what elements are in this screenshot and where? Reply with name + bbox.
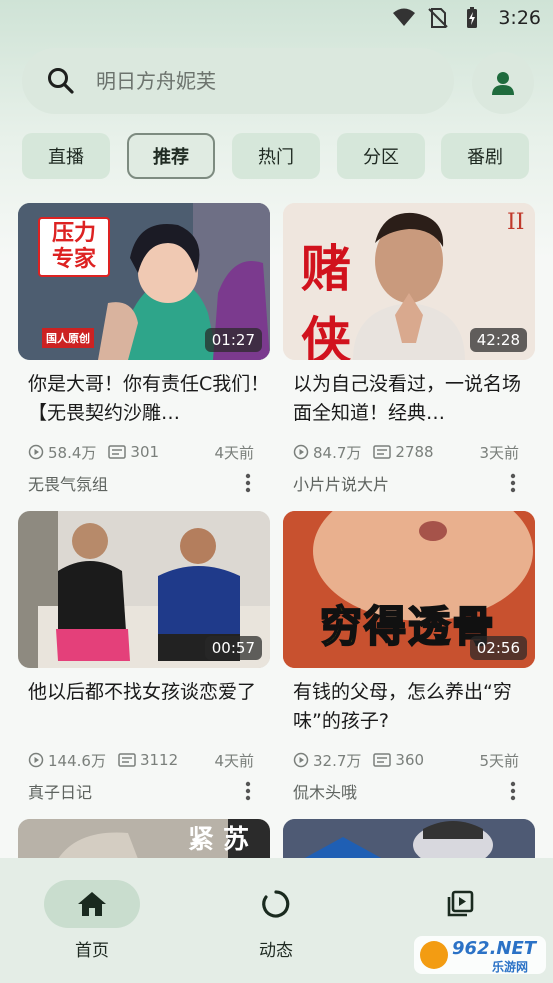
comment-count: 301 bbox=[108, 443, 159, 461]
video-stats: 84.7万 2788 3天前 bbox=[283, 440, 535, 464]
profile-button[interactable] bbox=[472, 52, 534, 114]
danmaku-icon bbox=[108, 445, 127, 459]
status-time: 3:26 bbox=[498, 7, 541, 29]
video-card[interactable]: 穷得透骨 02:56 有钱的父母，怎么养出“穷味”的孩子? 32.7万 360 … bbox=[283, 511, 535, 804]
search-icon bbox=[48, 68, 74, 94]
more-vertical-icon[interactable] bbox=[509, 780, 517, 802]
search-bar[interactable] bbox=[22, 48, 454, 114]
tab-categories[interactable]: 分区 bbox=[337, 133, 425, 179]
nav-home-pill[interactable] bbox=[44, 880, 140, 928]
site-watermark: 962.NET 乐游网 bbox=[412, 932, 548, 978]
watermark-subtext: 乐游网 bbox=[492, 960, 529, 974]
view-count-text: 58.4万 bbox=[48, 443, 97, 462]
thumbnail-caption: 紧 苏 bbox=[188, 825, 250, 855]
author-name[interactable]: 小片片说大片 bbox=[293, 471, 389, 495]
author-row: 侃木头哦 bbox=[283, 778, 535, 804]
video-thumbnail-partial[interactable] bbox=[283, 819, 535, 859]
comment-count-text: 3112 bbox=[139, 751, 179, 769]
view-count: 84.7万 bbox=[293, 442, 361, 463]
nav-library-pill[interactable] bbox=[412, 880, 508, 928]
play-circle-icon bbox=[293, 444, 309, 460]
video-thumbnail[interactable]: 压力专家 国人原创 01:27 bbox=[18, 203, 270, 360]
anime-art bbox=[283, 819, 535, 859]
status-icons: 3:26 bbox=[392, 6, 541, 30]
nav-activity[interactable]: 动态 bbox=[226, 880, 326, 970]
publish-date: 3天前 bbox=[479, 444, 519, 462]
play-circle-icon bbox=[28, 444, 44, 460]
more-vertical-icon[interactable] bbox=[244, 472, 252, 494]
author-name[interactable]: 真子日记 bbox=[28, 779, 92, 803]
video-duration: 42:28 bbox=[469, 328, 527, 352]
home-icon bbox=[78, 892, 106, 916]
danmaku-icon bbox=[373, 445, 392, 459]
more-vertical-icon[interactable] bbox=[244, 780, 252, 802]
author-name[interactable]: 侃木头哦 bbox=[293, 779, 357, 803]
video-duration: 00:57 bbox=[204, 636, 262, 660]
author-name[interactable]: 无畏气氛组 bbox=[28, 471, 108, 495]
nav-activity-label: 动态 bbox=[259, 941, 293, 961]
video-stats: 32.7万 360 5天前 bbox=[283, 748, 535, 772]
video-stats: 58.4万 301 4天前 bbox=[18, 440, 270, 464]
view-count-text: 32.7万 bbox=[313, 751, 362, 770]
video-thumbnail-partial[interactable]: 紧 苏 bbox=[18, 819, 270, 859]
tab-live[interactable]: 直播 bbox=[22, 133, 110, 179]
video-title[interactable]: 以为自己没看过，一说名场面全知道！经典… bbox=[283, 370, 535, 428]
nav-home-label: 首页 bbox=[75, 941, 109, 961]
comment-count-text: 301 bbox=[130, 443, 160, 461]
watermark-text: 962.NET bbox=[452, 938, 537, 959]
nav-activity-pill[interactable] bbox=[228, 880, 324, 928]
user-icon bbox=[492, 72, 514, 95]
wifi-icon bbox=[393, 8, 416, 26]
no-sim-icon bbox=[428, 8, 449, 28]
video-card[interactable]: 压力专家 国人原创 01:27 你是大哥！你有责任C我们！【无畏契约沙雕… 58… bbox=[18, 203, 270, 496]
category-tabs: 直播 推荐 热门 分区 番剧 bbox=[0, 133, 553, 181]
author-row: 小片片说大片 bbox=[283, 470, 535, 496]
video-title[interactable]: 你是大哥！你有责任C我们！【无畏契约沙雕… bbox=[18, 370, 270, 428]
tab-anime[interactable]: 番剧 bbox=[441, 133, 529, 179]
publish-date: 4天前 bbox=[214, 752, 254, 770]
video-card[interactable]: 00:57 他以后都不找女孩谈恋爱了 144.6万 3112 4天前 真子日记 bbox=[18, 511, 270, 804]
video-thumbnail[interactable]: II 赌侠 42:28 bbox=[283, 203, 535, 360]
thumbnail-subcaption: 国人原创 bbox=[42, 328, 94, 348]
view-count-text: 144.6万 bbox=[48, 751, 106, 770]
publish-date: 4天前 bbox=[214, 444, 254, 462]
search-input[interactable] bbox=[96, 69, 426, 93]
status-bar: 3:26 bbox=[0, 0, 553, 38]
refresh-circle-icon bbox=[262, 890, 290, 918]
video-title[interactable]: 有钱的父母，怎么养出“穷味”的孩子? bbox=[283, 678, 535, 736]
video-thumbnail[interactable]: 00:57 bbox=[18, 511, 270, 668]
author-row: 真子日记 bbox=[18, 778, 270, 804]
view-count: 144.6万 bbox=[28, 750, 106, 771]
comment-count: 3112 bbox=[118, 751, 178, 769]
tab-recommended[interactable]: 推荐 bbox=[127, 133, 215, 179]
comment-count-text: 360 bbox=[395, 751, 425, 769]
video-thumbnail[interactable]: 穷得透骨 02:56 bbox=[283, 511, 535, 668]
video-duration: 01:27 bbox=[204, 328, 262, 352]
more-vertical-icon[interactable] bbox=[509, 472, 517, 494]
danmaku-icon bbox=[373, 753, 392, 767]
comment-count: 360 bbox=[373, 751, 424, 769]
video-title[interactable]: 他以后都不找女孩谈恋爱了 bbox=[18, 678, 270, 736]
danmaku-icon bbox=[118, 753, 136, 767]
play-circle-icon bbox=[28, 752, 44, 768]
comment-count: 2788 bbox=[373, 443, 434, 461]
author-row: 无畏气氛组 bbox=[18, 470, 270, 496]
video-duration: 02:56 bbox=[469, 636, 527, 660]
thumbnail-caption: 压力专家 bbox=[38, 217, 110, 277]
view-count: 58.4万 bbox=[28, 442, 96, 463]
video-stats: 144.6万 3112 4天前 bbox=[18, 748, 270, 772]
playlist-icon bbox=[447, 890, 474, 917]
view-count-text: 84.7万 bbox=[313, 443, 362, 462]
view-count: 32.7万 bbox=[293, 750, 361, 771]
battery-charging-icon bbox=[467, 7, 478, 28]
video-card[interactable]: II 赌侠 42:28 以为自己没看过，一说名场面全知道！经典… 84.7万 2… bbox=[283, 203, 535, 496]
comment-count-text: 2788 bbox=[395, 443, 434, 461]
publish-date: 5天前 bbox=[479, 752, 519, 770]
play-circle-icon bbox=[293, 752, 309, 768]
tab-hot[interactable]: 热门 bbox=[232, 133, 320, 179]
nav-home[interactable]: 首页 bbox=[42, 880, 142, 970]
